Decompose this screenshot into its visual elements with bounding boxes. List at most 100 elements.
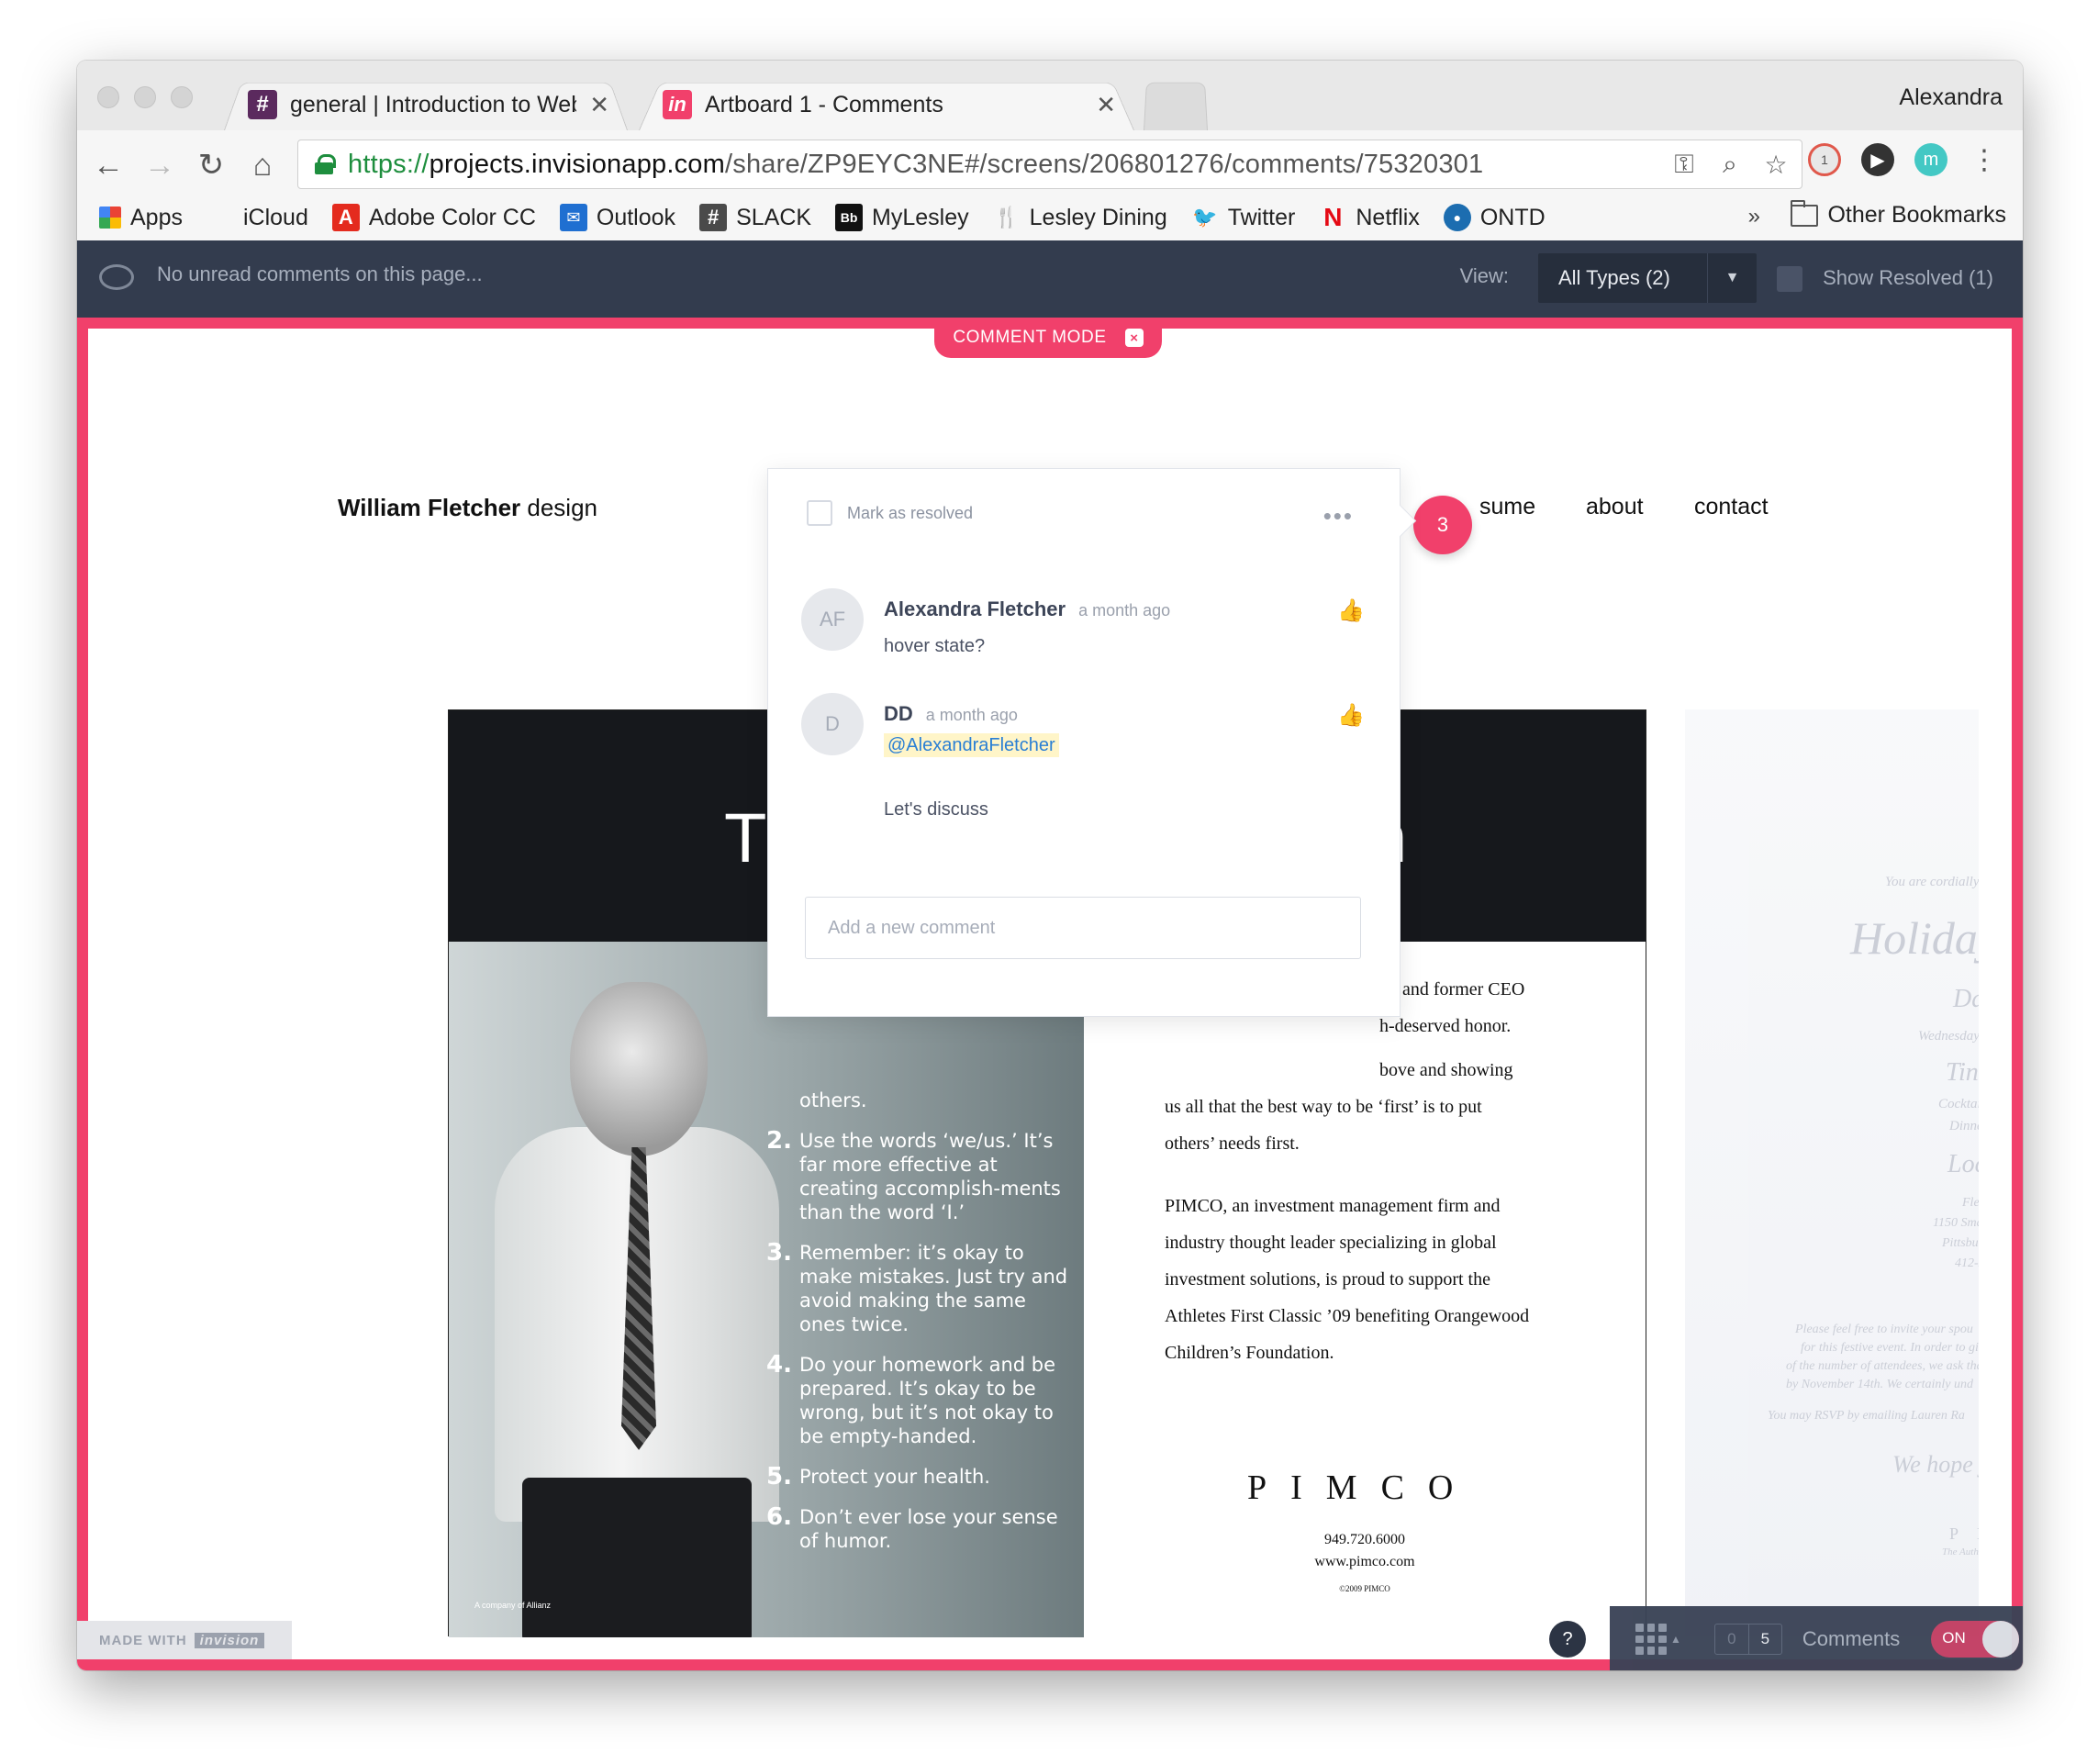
bookmark-star-icon[interactable]: ☆ bbox=[1759, 148, 1792, 181]
show-resolved-label[interactable]: Show Resolved (1) bbox=[1823, 266, 1993, 290]
nav-resume[interactable]: sume bbox=[1479, 494, 1535, 520]
minimize-window-button[interactable] bbox=[134, 86, 156, 108]
pimco-website: www.pimco.com bbox=[1314, 1554, 1415, 1569]
view-type-select[interactable]: All Types (2) ▼ bbox=[1538, 253, 1757, 303]
avatar-extension-icon[interactable]: m bbox=[1914, 143, 1947, 176]
forward-arrow-icon[interactable]: → bbox=[141, 147, 178, 184]
mark-resolved-checkbox[interactable] bbox=[807, 500, 832, 526]
chevron-down-icon: ▼ bbox=[1707, 253, 1757, 303]
bookmark-slack[interactable]: # SLACK bbox=[699, 204, 811, 231]
nav-about[interactable]: about bbox=[1586, 494, 1644, 520]
comment-thread-popover: Mark as resolved ••• AF Alexandra Fletch… bbox=[767, 468, 1401, 1017]
profile-name[interactable]: Alexandra bbox=[1899, 84, 2003, 111]
ontd-icon: ● bbox=[1443, 204, 1471, 231]
fork-knife-icon: 🍴 bbox=[993, 206, 1020, 229]
ghost-line: Pittsburgh, bbox=[1942, 1236, 1979, 1250]
bookmark-twitter[interactable]: 🐦 Twitter bbox=[1191, 204, 1295, 231]
apps-grid-icon bbox=[99, 207, 121, 229]
ad-copy-line: h-deserved honor. bbox=[1379, 1016, 1512, 1036]
mail-icon: ✉ bbox=[559, 204, 587, 231]
ad-copy-line: bove and showing bbox=[1379, 1060, 1513, 1080]
ad-copy-panel: nd and former CEO h-deserved honor. bove… bbox=[1084, 942, 1646, 1637]
ghost-line: Da bbox=[1953, 985, 1979, 1013]
zoom-icon[interactable]: ⌕ bbox=[1713, 148, 1746, 181]
netflix-icon: N bbox=[1323, 203, 1343, 231]
ghost-line: Dinner at bbox=[1949, 1119, 1979, 1133]
bookmark-mylesley[interactable]: Bb MyLesley bbox=[835, 204, 969, 231]
mark-resolved-label[interactable]: Mark as resolved bbox=[847, 504, 973, 523]
browser-toolbar: ← → ↻ ⌂ https://projects.invisionapp.com… bbox=[77, 130, 2023, 248]
ghost-line: Cocktails a bbox=[1938, 1097, 1979, 1111]
pimco-phone: 949.720.6000 bbox=[1324, 1532, 1405, 1547]
tab-slack-general[interactable]: # general | Introduction to Web D ✕ bbox=[224, 75, 628, 130]
slack-hash-icon: # bbox=[248, 90, 277, 119]
exit-comment-mode-close-icon[interactable]: × bbox=[1124, 329, 1144, 347]
prototype-canvas[interactable]: William Fletcher design sume about conta… bbox=[77, 318, 2023, 1670]
close-tab-icon[interactable]: ✕ bbox=[1096, 91, 1116, 119]
screens-grid-icon[interactable] bbox=[1635, 1624, 1667, 1655]
address-bar[interactable]: https://projects.invisionapp.com/share/Z… bbox=[297, 140, 1802, 189]
show-resolved-checkbox[interactable] bbox=[1777, 266, 1802, 292]
comments-toggle[interactable]: ON bbox=[1931, 1621, 2020, 1658]
total-count: 5 bbox=[1747, 1624, 1781, 1654]
ghost-line: You may RSVP by emailing Lauren Ra bbox=[1768, 1409, 1965, 1423]
bookmark-apps[interactable]: Apps bbox=[99, 205, 183, 231]
browser-window: # general | Introduction to Web D ✕ in A… bbox=[77, 61, 2023, 1670]
pimco-copyright: ©2009 PIMCO bbox=[1339, 1584, 1390, 1593]
comment-text: Let's discuss bbox=[884, 799, 988, 820]
bookmarks-overflow-icon[interactable]: » bbox=[1748, 204, 1760, 229]
folder-icon bbox=[1791, 199, 1819, 227]
made-with-invision-badge[interactable]: MADE WITH invision bbox=[77, 1621, 292, 1659]
bookmark-lesley-dining[interactable]: 🍴 Lesley Dining bbox=[993, 204, 1167, 231]
back-arrow-icon[interactable]: ← bbox=[90, 147, 127, 184]
ghost-line: of the number of attendees, we ask tha bbox=[1786, 1359, 1979, 1373]
play-extension-icon[interactable]: ▶ bbox=[1861, 143, 1894, 176]
nav-contact[interactable]: contact bbox=[1694, 494, 1769, 520]
other-bookmarks[interactable]: Other Bookmarks bbox=[1791, 199, 2006, 229]
blackboard-icon: Bb bbox=[835, 204, 864, 231]
ad-copy-line: Athletes First Classic ’09 benefiting Or… bbox=[1165, 1306, 1530, 1326]
ghost-line: for this festive event. In order to gi bbox=[1801, 1341, 1979, 1355]
menu-kebab-icon[interactable]: ⋮ bbox=[1968, 143, 2001, 176]
secure-lock-icon bbox=[315, 154, 336, 174]
comment-author: Alexandra Fletcher a month ago bbox=[884, 597, 1171, 620]
tab-strip: # general | Introduction to Web D ✕ in A… bbox=[77, 61, 2023, 130]
comment-timestamp: a month ago bbox=[1078, 601, 1171, 620]
reload-icon[interactable]: ↻ bbox=[193, 147, 229, 184]
thumbs-up-icon[interactable]: 👍 bbox=[1337, 702, 1365, 728]
more-options-icon[interactable]: ••• bbox=[1323, 502, 1354, 530]
zoom-window-button[interactable] bbox=[171, 86, 193, 108]
ad-tip: 5. Protect your health. bbox=[766, 1463, 990, 1490]
ad-copy-line: others’ needs first. bbox=[1165, 1133, 1300, 1154]
next-slide-preview: You are cordially in Holiday Da Wednesda… bbox=[1685, 709, 1979, 1636]
comment-counter: 0 5 bbox=[1713, 1624, 1782, 1655]
thumbs-up-icon[interactable]: 👍 bbox=[1337, 597, 1365, 623]
bookmark-icloud[interactable]: iCloud bbox=[206, 204, 308, 231]
bookmark-ontd[interactable]: ● ONTD bbox=[1443, 204, 1546, 231]
new-comment-input[interactable]: Add a new comment bbox=[805, 897, 1361, 959]
close-window-button[interactable] bbox=[97, 86, 119, 108]
extension-badge-icon[interactable]: 1 bbox=[1808, 143, 1841, 176]
unread-comments-status: No unread comments on this page... bbox=[157, 262, 483, 285]
site-logo[interactable]: William Fletcher design bbox=[338, 494, 597, 522]
comment-author: DD a month ago bbox=[884, 702, 1018, 725]
mark-resolved[interactable]: Mark as resolved bbox=[807, 500, 973, 526]
ghost-line: Holiday bbox=[1850, 912, 1979, 964]
caret-up-icon: ▲ bbox=[1670, 1633, 1681, 1646]
comment-pin[interactable]: 3 bbox=[1413, 496, 1472, 554]
key-icon[interactable]: ⚿ bbox=[1668, 148, 1701, 181]
close-tab-icon[interactable]: ✕ bbox=[589, 91, 609, 119]
ghost-line: We hope you bbox=[1892, 1451, 1979, 1478]
new-tab-button[interactable] bbox=[1144, 75, 1208, 130]
comment-timestamp: a month ago bbox=[925, 706, 1018, 724]
bookmark-outlook[interactable]: ✉ Outlook bbox=[559, 204, 675, 231]
chat-bubble-icon bbox=[99, 264, 134, 290]
url-text[interactable]: https://projects.invisionapp.com/share/Z… bbox=[348, 150, 1483, 180]
ad-copy-line: nd and former CEO bbox=[1379, 979, 1525, 999]
comment-mention[interactable]: @AlexandraFletcher bbox=[884, 733, 1059, 757]
home-icon[interactable]: ⌂ bbox=[244, 147, 281, 184]
tab-artboard-comments[interactable]: in Artboard 1 - Comments ✕ bbox=[639, 75, 1134, 130]
help-button[interactable]: ? bbox=[1549, 1621, 1586, 1658]
bookmark-netflix[interactable]: N Netflix bbox=[1319, 203, 1420, 231]
bookmark-adobe-color[interactable]: A Adobe Color CC bbox=[331, 204, 536, 231]
